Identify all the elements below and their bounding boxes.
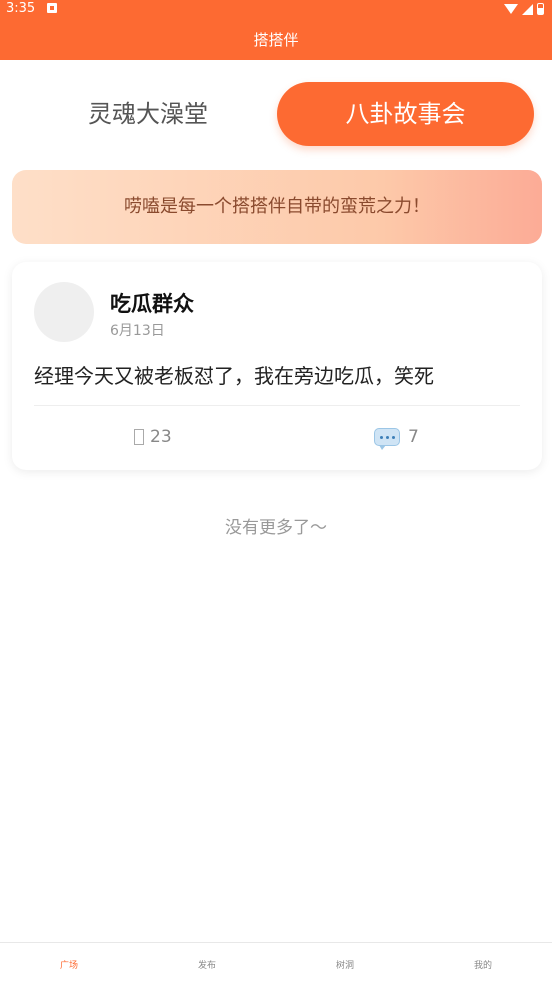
avatar[interactable] <box>34 282 94 342</box>
app-title: 搭搭伴 <box>253 31 299 49</box>
status-time: 3:35 <box>6 1 36 16</box>
slogan-banner: 唠嗑是每一个搭搭伴自带的蛮荒之力！ <box>12 170 542 244</box>
comment-button[interactable]: 7 <box>374 422 419 452</box>
category-tabs: 灵魂大澡堂 八卦故事会 <box>0 82 552 146</box>
battery-icon <box>537 3 544 15</box>
nav-square[interactable]: 广场 <box>0 943 138 986</box>
comment-count: 7 <box>408 427 419 447</box>
like-icon <box>134 429 144 445</box>
tab-gossip-stories[interactable]: 八卦故事会 <box>277 82 534 146</box>
post-card[interactable]: 吃瓜群众 6月13日 经理今天又被老板怼了，我在旁边吃瓜，笑死 23 7 <box>12 262 542 470</box>
system-icons <box>504 2 544 16</box>
feed-end-text: 没有更多了～ <box>225 518 327 538</box>
tab-soul-bathhouse[interactable]: 灵魂大澡堂 <box>20 82 276 146</box>
app-header: 3:35 搭搭伴 <box>0 0 552 60</box>
comment-icon <box>374 428 400 450</box>
notification-icon <box>47 3 57 13</box>
like-count: 23 <box>150 427 172 447</box>
post-author: 吃瓜群众 <box>110 292 194 316</box>
post-divider <box>34 405 520 406</box>
nav-tree-hole[interactable]: 树洞 <box>276 943 414 986</box>
like-button[interactable]: 23 <box>134 422 172 452</box>
signal-icon <box>522 3 533 15</box>
post-actions: 23 7 <box>12 422 542 452</box>
status-bar: 3:35 <box>0 0 552 18</box>
nav-mine[interactable]: 我的 <box>414 943 552 986</box>
nav-publish[interactable]: 发布 <box>138 943 276 986</box>
wifi-icon <box>504 4 518 14</box>
post-content: 经理今天又被老板怼了，我在旁边吃瓜，笑死 <box>34 364 434 388</box>
bottom-nav: 广场 发布 树洞 我的 <box>0 942 552 985</box>
post-date: 6月13日 <box>110 323 165 339</box>
